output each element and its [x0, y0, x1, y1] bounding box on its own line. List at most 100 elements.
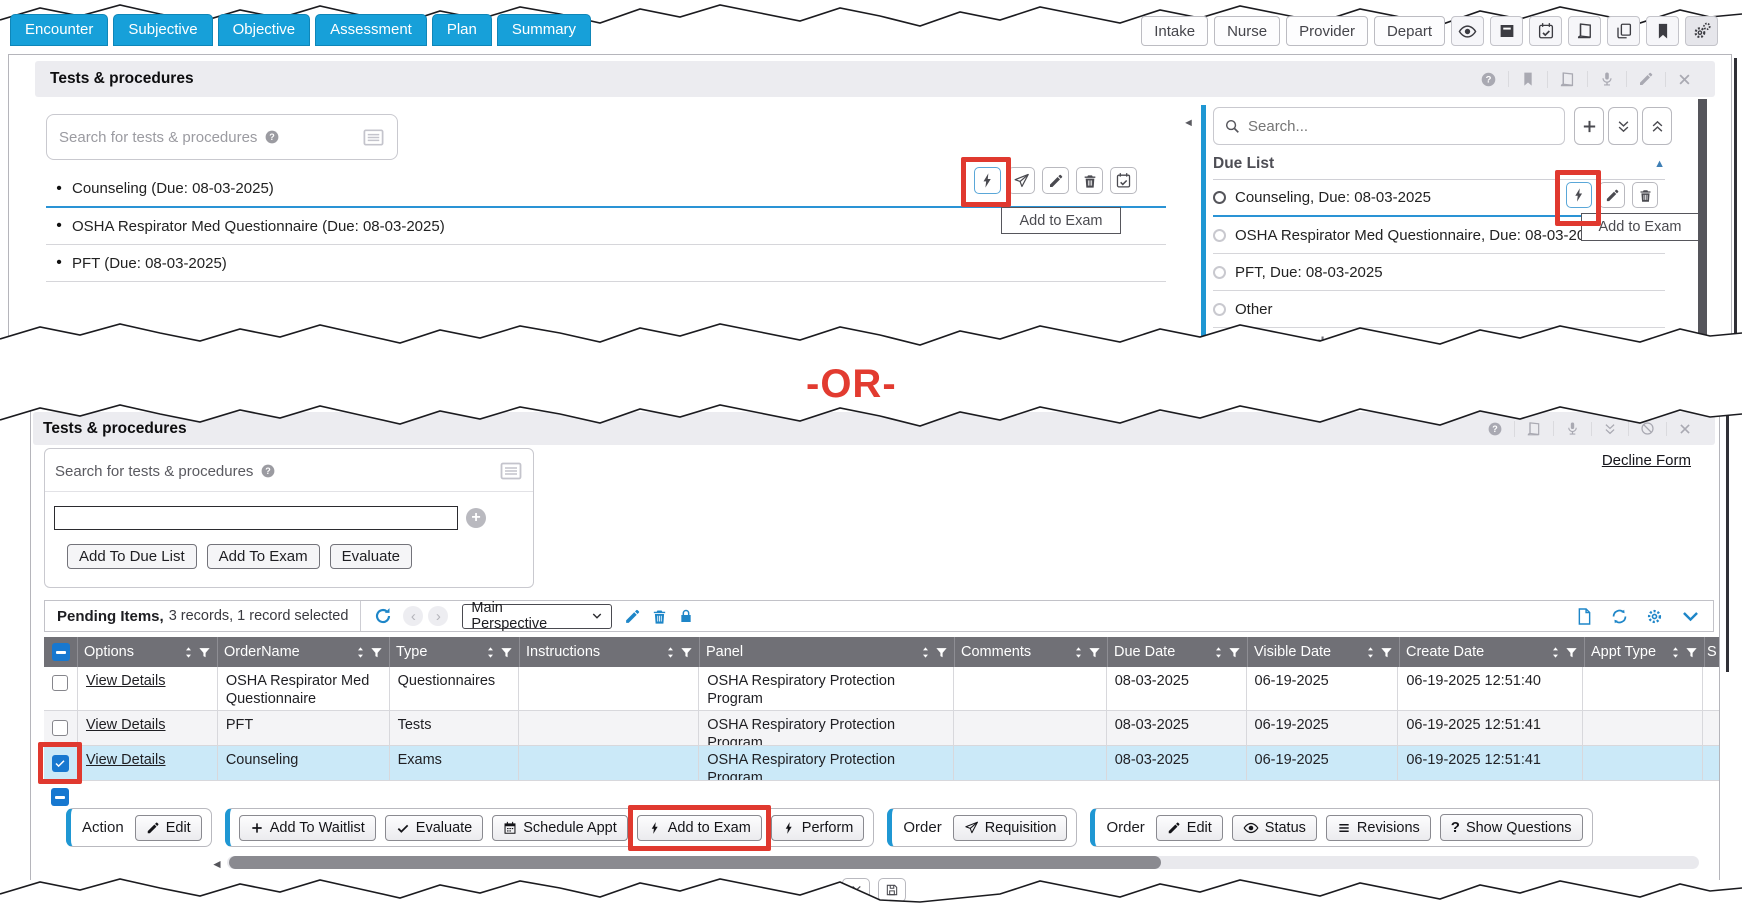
- radio-icon[interactable]: [1213, 229, 1226, 242]
- delete-trash-button[interactable]: [1632, 182, 1658, 208]
- due-search-input[interactable]: [1248, 118, 1498, 135]
- table-row-selected[interactable]: View Details Counseling Exams OSHA Respi…: [44, 746, 1719, 781]
- view-details-link[interactable]: View Details: [86, 673, 166, 689]
- depart-button[interactable]: Depart: [1374, 16, 1445, 46]
- scroll-left-arrow[interactable]: ◄: [211, 857, 223, 871]
- panel-divider-bar[interactable]: [1201, 105, 1206, 339]
- microphone-icon[interactable]: [1553, 421, 1591, 436]
- table-row[interactable]: View Details OSHA Respirator Med Questio…: [44, 667, 1719, 711]
- revisions-button[interactable]: Revisions: [1326, 815, 1431, 841]
- add-plus-button[interactable]: [1574, 107, 1604, 145]
- expand-more-icon[interactable]: [842, 878, 870, 902]
- requisition-plane-button[interactable]: [1008, 167, 1035, 194]
- question-icon[interactable]: [1476, 421, 1514, 437]
- collapse-left-icon[interactable]: ◄: [1183, 117, 1194, 129]
- bookmark-icon[interactable]: [1508, 71, 1547, 87]
- add-to-exam-button[interactable]: Add to Exam: [637, 815, 762, 841]
- tab-summary[interactable]: Summary: [497, 14, 591, 46]
- col-clipped[interactable]: S: [1705, 637, 1719, 667]
- add-to-due-list-button[interactable]: Add To Due List: [67, 544, 197, 569]
- perform-button[interactable]: Perform: [771, 815, 865, 841]
- decline-form-link[interactable]: Decline Form: [1602, 452, 1691, 469]
- due-list-section-header[interactable]: Due List ▲: [1213, 149, 1665, 180]
- tab-subjective[interactable]: Subjective: [113, 14, 212, 46]
- tests-search-box[interactable]: Search for tests & procedures: [46, 114, 398, 160]
- list-item[interactable]: Other: [1213, 291, 1665, 328]
- evaluate-button[interactable]: Evaluate: [330, 544, 412, 569]
- horizontal-scrollbar[interactable]: [227, 856, 1699, 869]
- bookmark-icon[interactable]: [1646, 16, 1679, 46]
- close-icon[interactable]: [1666, 422, 1703, 436]
- tests-search-input[interactable]: [54, 506, 458, 530]
- col-visible-date[interactable]: Visible Date: [1248, 637, 1400, 667]
- close-icon[interactable]: [1665, 72, 1703, 87]
- book-icon[interactable]: [1547, 71, 1587, 88]
- pencil-icon[interactable]: [1626, 71, 1665, 87]
- list-icon[interactable]: [499, 459, 523, 483]
- due-search-box[interactable]: [1213, 107, 1565, 145]
- book-icon[interactable]: [1514, 421, 1553, 437]
- copy-icon[interactable]: [1607, 16, 1640, 46]
- select-all-checkbox[interactable]: [52, 643, 70, 661]
- requisition-button[interactable]: Requisition: [953, 815, 1068, 841]
- col-due-date[interactable]: Due Date: [1108, 637, 1248, 667]
- intake-button[interactable]: Intake: [1141, 16, 1208, 46]
- page-next-icon[interactable]: ›: [428, 606, 448, 626]
- chevron-down-icon[interactable]: [1680, 606, 1701, 627]
- status-button[interactable]: Status: [1232, 815, 1317, 841]
- trash-icon[interactable]: [651, 608, 668, 625]
- col-ordername[interactable]: OrderName: [218, 637, 390, 667]
- scrollbar-thumb[interactable]: [229, 856, 1161, 869]
- archive-icon[interactable]: [1490, 16, 1523, 46]
- col-comments[interactable]: Comments: [955, 637, 1108, 667]
- page-prev-icon[interactable]: ‹: [403, 606, 423, 626]
- collapse-caret-icon[interactable]: ▲: [1654, 158, 1665, 170]
- list-item[interactable]: •OSHA Respirator Med Questionnaire (Due:…: [46, 208, 1166, 245]
- tab-objective[interactable]: Objective: [218, 14, 311, 46]
- add-to-waitlist-button[interactable]: Add To Waitlist: [239, 815, 376, 841]
- edit-pencil-button[interactable]: [1042, 167, 1069, 194]
- list-item[interactable]: •PFT (Due: 08-03-2025): [46, 245, 1166, 282]
- col-appt-type[interactable]: Appt Type: [1585, 637, 1705, 667]
- edit-button[interactable]: Edit: [135, 815, 202, 841]
- tab-assessment[interactable]: Assessment: [315, 14, 427, 46]
- select-all-footer-checkbox[interactable]: [51, 788, 69, 806]
- expand-all-icon[interactable]: [1608, 107, 1638, 145]
- evaluate-button[interactable]: Evaluate: [385, 815, 483, 841]
- eye-icon[interactable]: [1451, 16, 1484, 46]
- provider-button[interactable]: Provider: [1286, 16, 1368, 46]
- document-icon[interactable]: [1575, 607, 1594, 626]
- sync-icon[interactable]: [1610, 607, 1629, 626]
- view-details-link[interactable]: View Details: [86, 717, 166, 733]
- row-checkbox[interactable]: [52, 720, 68, 736]
- row-checkbox-checked[interactable]: [52, 755, 69, 772]
- col-options[interactable]: Options: [78, 637, 218, 667]
- refresh-icon[interactable]: [373, 606, 393, 626]
- tab-encounter[interactable]: Encounter: [10, 14, 108, 46]
- perspective-select[interactable]: Main Perspective: [462, 604, 612, 629]
- tab-plan[interactable]: Plan: [432, 14, 492, 46]
- tests-procedures-section-header[interactable]: Tests & Procedures ▲: [1213, 328, 1665, 361]
- lock-icon[interactable]: [678, 608, 694, 624]
- edit-pencil-button[interactable]: [1599, 182, 1625, 208]
- add-plus-icon[interactable]: +: [466, 508, 486, 528]
- col-create-date[interactable]: Create Date: [1400, 637, 1585, 667]
- delete-trash-button[interactable]: [1076, 167, 1103, 194]
- row-checkbox[interactable]: [52, 675, 68, 691]
- view-details-link[interactable]: View Details: [86, 752, 166, 768]
- calendar-check-icon[interactable]: [1529, 16, 1562, 46]
- col-panel[interactable]: Panel: [700, 637, 955, 667]
- nurse-button[interactable]: Nurse: [1214, 16, 1280, 46]
- add-to-exam-bolt-button[interactable]: [1566, 182, 1592, 208]
- collapse-all-icon[interactable]: [1642, 107, 1672, 145]
- double-chevron-down-icon[interactable]: [1591, 422, 1628, 436]
- book-icon[interactable]: [1568, 16, 1601, 46]
- radio-icon[interactable]: [1213, 303, 1226, 316]
- schedule-appt-button[interactable]: Schedule Appt: [492, 815, 628, 841]
- gear-icon[interactable]: [1645, 607, 1664, 626]
- radio-icon[interactable]: [1213, 266, 1226, 279]
- add-to-exam-bolt-button[interactable]: [974, 167, 1001, 194]
- add-to-exam-button[interactable]: Add To Exam: [207, 544, 320, 569]
- settings-gears-icon[interactable]: [1685, 16, 1718, 46]
- col-instructions[interactable]: Instructions: [520, 637, 700, 667]
